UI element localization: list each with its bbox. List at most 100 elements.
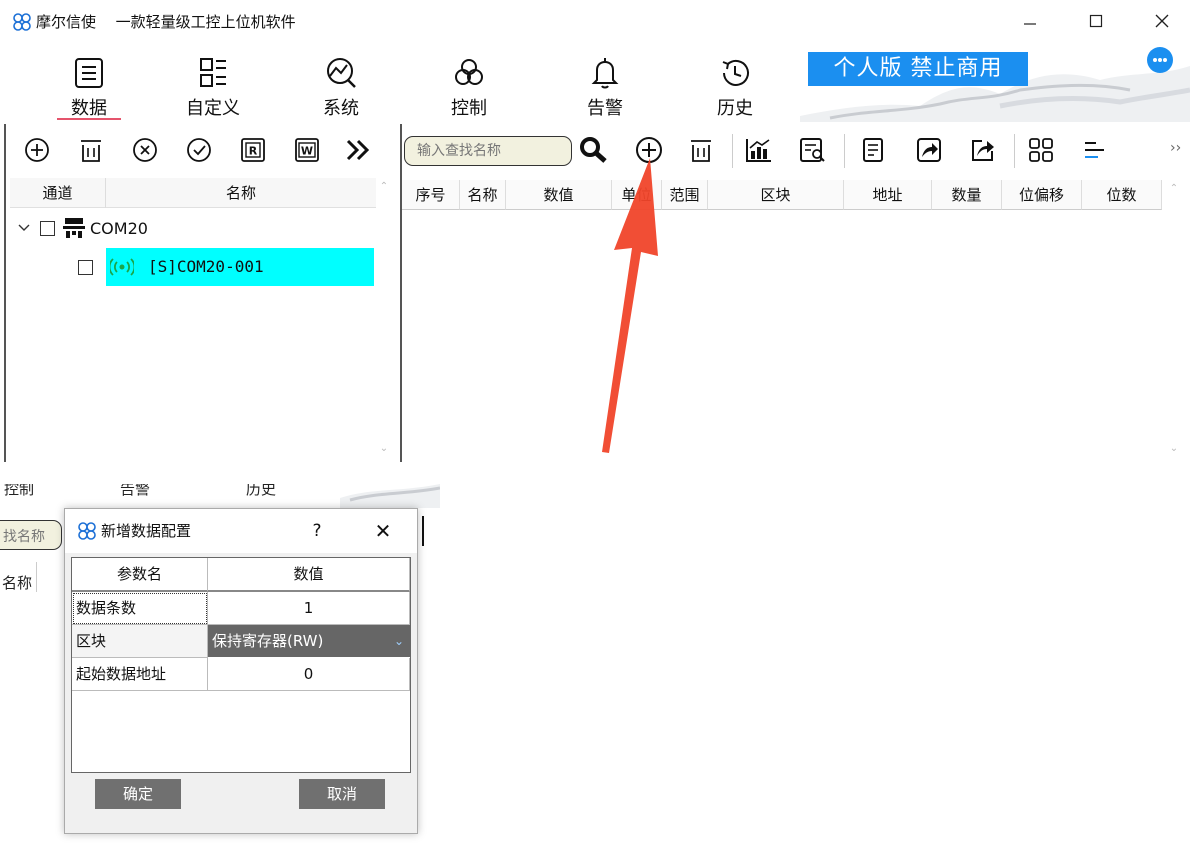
table-scrollbar[interactable]: ⌃ ⌄: [1166, 180, 1182, 462]
column-header-block[interactable]: 区块: [708, 180, 844, 210]
add-data-button[interactable]: [630, 132, 668, 168]
tree-scrollbar[interactable]: ⌃ ⌄: [376, 178, 392, 462]
add-channel-button[interactable]: [18, 132, 56, 168]
cancel-icon: [133, 138, 157, 162]
add-icon: [636, 137, 662, 163]
device-selected-row[interactable]: [S]COM20-001: [106, 248, 374, 286]
param-name-block: 区块: [72, 625, 208, 658]
delete-channel-button[interactable]: [72, 132, 110, 168]
nav-label-data: 数据: [71, 98, 107, 119]
column-header-value[interactable]: 数值: [506, 180, 612, 210]
param-value-start-address[interactable]: 0: [208, 658, 410, 691]
toolbar-separator: [1014, 134, 1015, 168]
document-button[interactable]: [854, 132, 892, 168]
param-value-count[interactable]: 1: [208, 592, 410, 625]
scroll-up-arrow[interactable]: ⌃: [379, 182, 389, 192]
edition-badge: 个人版 禁止商用: [808, 52, 1028, 86]
nav-system-button[interactable]: 系统: [296, 52, 386, 122]
channel-tree: 通道 名称 COM20 [S]COM20-001 ⌃ ⌄: [10, 178, 392, 462]
data-panel: ›› 序号 名称 数值 单位 范围 区块 地址 数量 位偏移 位数 ⌃ ⌄: [400, 124, 1190, 462]
nav-control-button[interactable]: 控制: [424, 52, 514, 122]
ink-landscape-decoration: [340, 484, 440, 508]
cancel-button[interactable]: [126, 132, 164, 168]
tree-header: 通道 名称: [10, 178, 376, 208]
serial-port-icon: [63, 218, 85, 238]
read-button[interactable]: R: [234, 132, 272, 168]
maximize-button[interactable]: [1076, 8, 1116, 34]
tree-header-name: 名称: [225, 184, 256, 202]
confirm-button[interactable]: [180, 132, 218, 168]
search-input-fragment: 找名称: [0, 520, 62, 550]
close-icon: [1155, 14, 1169, 28]
data-table: 序号 名称 数值 单位 范围 区块 地址 数量 位偏移 位数 ⌃ ⌄: [402, 180, 1182, 462]
more-icon: [346, 139, 370, 161]
cancel-dialog-button[interactable]: 取消: [299, 779, 385, 809]
tree-row-port[interactable]: COM20: [10, 212, 376, 246]
window-title: 摩尔信使 一款轻量级工控上位机软件: [36, 12, 296, 32]
toolbar-separator: [732, 134, 733, 168]
bell-icon: [591, 58, 619, 89]
column-header-index[interactable]: 序号: [402, 180, 460, 210]
column-divider: [36, 562, 37, 592]
nav-alarm-button[interactable]: 告警: [560, 52, 650, 122]
nav-history-button[interactable]: 历史: [690, 52, 780, 122]
export-button[interactable]: [964, 132, 1002, 168]
column-header-address[interactable]: 地址: [844, 180, 932, 210]
scroll-down-arrow[interactable]: ⌄: [379, 444, 389, 454]
add-icon: [25, 138, 49, 162]
write-button[interactable]: W: [288, 132, 326, 168]
search-icon: [580, 137, 607, 163]
chart-icon: [746, 139, 771, 162]
nav-label-control: 控制: [451, 98, 487, 119]
column-header-bit-count[interactable]: 位数: [1082, 180, 1162, 210]
custom-layout-icon: [200, 58, 226, 87]
grid-view-button[interactable]: [1022, 132, 1060, 168]
ok-button[interactable]: 确定: [95, 779, 181, 809]
nav-custom-button[interactable]: 自定义: [168, 52, 258, 122]
column-header-name[interactable]: 名称: [460, 180, 506, 210]
nav-fragment-history: 历史: [246, 480, 277, 498]
column-header-unit[interactable]: 单位: [612, 180, 662, 210]
tree-header-channel: 通道: [10, 178, 106, 208]
write-icon: W: [295, 138, 319, 162]
preview-button[interactable]: [794, 132, 832, 168]
search-input[interactable]: [404, 136, 572, 166]
param-name-count: 数据条数: [72, 592, 208, 625]
chevron-down-icon[interactable]: ⌄: [394, 625, 404, 657]
minimize-button[interactable]: [1010, 8, 1050, 34]
channel-toolbar: R W: [6, 124, 396, 176]
search-button[interactable]: [574, 132, 612, 168]
delete-data-button[interactable]: [682, 132, 720, 168]
dialog-close-button[interactable]: ✕: [371, 519, 395, 543]
system-chart-icon: [327, 58, 356, 88]
scroll-down-arrow[interactable]: ⌄: [1169, 444, 1179, 454]
device-checkbox[interactable]: [78, 260, 93, 275]
search-fragment-text: 找名称: [3, 529, 45, 545]
chevron-down-icon[interactable]: [18, 223, 30, 233]
column-header-count[interactable]: 数量: [932, 180, 1002, 210]
active-tab-indicator: [57, 118, 121, 120]
block-select[interactable]: 保持寄存器(RW) ⌄: [208, 625, 410, 657]
close-button[interactable]: [1142, 8, 1182, 34]
column-header-range[interactable]: 范围: [662, 180, 708, 210]
channel-panel: R W 通道 名称 COM20 [S]COM20-001 ⌃ ⌄: [4, 124, 396, 462]
main-window: 摩尔信使 一款轻量级工控上位机软件 数据 自定义 系统 控制 告警 历史 个人版…: [0, 0, 1190, 462]
data-toolbar: ››: [402, 124, 1190, 176]
column-header-bit-offset[interactable]: 位偏移: [1002, 180, 1082, 210]
help-button[interactable]: ?: [305, 519, 329, 543]
more-tools-button[interactable]: [340, 132, 378, 168]
confirm-icon: [187, 138, 211, 162]
app-name: 摩尔信使: [36, 13, 97, 31]
list-view-button[interactable]: [1076, 132, 1114, 168]
dialog-crop-view: 控制 告警 历史 找名称 名称 区块 新增数据配置 ? ✕ 参数名: [0, 462, 440, 856]
nav-label-history: 历史: [717, 98, 753, 119]
import-button[interactable]: [910, 132, 948, 168]
port-checkbox[interactable]: [40, 221, 55, 236]
signal-icon: [110, 258, 134, 276]
scroll-up-arrow[interactable]: ⌃: [1169, 184, 1179, 194]
nav-data-button[interactable]: 数据: [44, 52, 134, 122]
tree-row-device[interactable]: [S]COM20-001: [10, 248, 376, 286]
chart-button[interactable]: [740, 132, 778, 168]
more-options-button[interactable]: [1147, 47, 1173, 73]
toolbar-overflow-button[interactable]: ››: [1170, 140, 1181, 156]
